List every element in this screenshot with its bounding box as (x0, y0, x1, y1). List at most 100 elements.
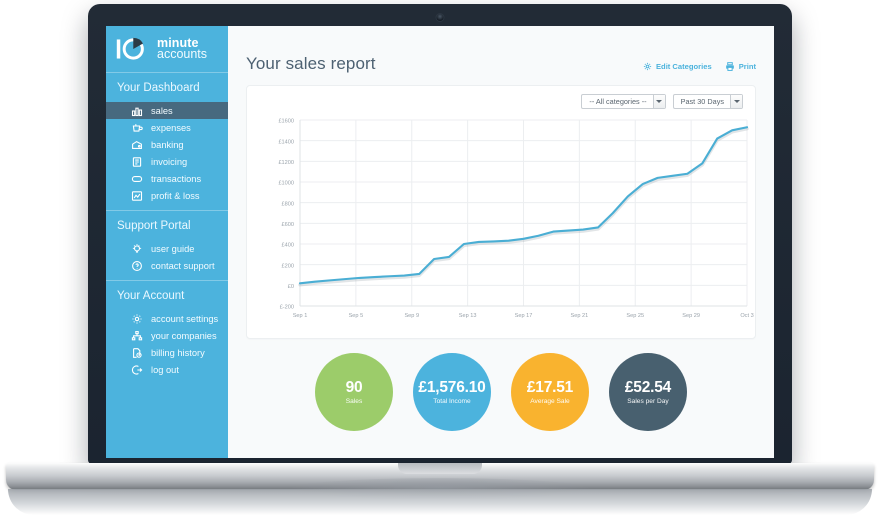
stat-value: £17.51 (526, 379, 574, 396)
category-select-value: -- All categories -- (589, 97, 647, 106)
svg-text:£1200: £1200 (278, 160, 294, 166)
sidebar-heading-support: Support Portal (117, 220, 191, 232)
category-select[interactable]: -- All categories -- (581, 94, 666, 109)
stat-label: Average Sale (530, 398, 570, 405)
sidebar-item-account-settings[interactable]: account settings (106, 310, 228, 327)
laptop-screen: minute accounts Your Dashboard sales exp… (106, 26, 774, 458)
sidebar-group-dashboard: Your Dashboard sales expenses banking in… (106, 73, 228, 210)
logo[interactable]: minute accounts (106, 26, 228, 72)
sidebar-item-log-out[interactable]: log out (106, 361, 228, 378)
sidebar-item-contact-support[interactable]: contact support (106, 257, 228, 274)
svg-text:£600: £600 (282, 222, 294, 228)
sales-chart-card: -- All categories -- Past 30 Days £-200 £… (246, 85, 756, 339)
svg-text:£1600: £1600 (278, 119, 294, 125)
svg-text:Sep 29: Sep 29 (682, 313, 700, 319)
svg-text:Sep 5: Sep 5 (349, 313, 364, 319)
sales-line-chart: £-200 £0 £200 £400 £600 £800 £1000 £1200 £1400 £1… (247, 112, 755, 334)
document-clock-icon (130, 346, 143, 359)
cup-icon (130, 121, 143, 134)
stat-label: Sales per Day (627, 398, 669, 405)
stat-value: 90 (345, 379, 363, 396)
sidebar-item-your-companies[interactable]: your companies (106, 327, 228, 344)
chart-filters: -- All categories -- Past 30 Days (581, 94, 743, 109)
stat-sales: 90 Sales (315, 353, 393, 431)
sidebar-item-profit-loss[interactable]: profit & loss (106, 187, 228, 204)
laptop-base-notch (398, 463, 482, 474)
sidebar-item-label: profit & loss (151, 190, 200, 201)
sidebar-item-transactions[interactable]: transactions (106, 170, 228, 187)
sidebar-item-label: sales (151, 105, 173, 116)
transactions-icon (130, 172, 143, 185)
svg-text:£1400: £1400 (278, 139, 294, 145)
webcam-icon (435, 13, 445, 22)
svg-text:Oct 3: Oct 3 (740, 313, 753, 319)
sidebar-item-label: banking (151, 139, 184, 150)
sidebar-item-user-guide[interactable]: user guide (106, 240, 228, 257)
stat-sales-per-day: £52.54 Sales per Day (609, 353, 687, 431)
stat-value: £1,576.10 (418, 379, 486, 396)
svg-text:Sep 13: Sep 13 (459, 313, 477, 319)
sidebar-item-label: log out (151, 364, 179, 375)
stat-label: Sales (345, 398, 363, 405)
gear-icon (643, 62, 652, 71)
org-chart-icon (130, 329, 143, 342)
sidebar-item-billing-history[interactable]: billing history (106, 344, 228, 361)
edit-categories-label: Edit Categories (655, 62, 712, 71)
sidebar-item-label: invoicing (151, 156, 188, 167)
sidebar-item-label: expenses (151, 122, 191, 133)
invoice-icon (130, 155, 143, 168)
printer-icon (725, 62, 734, 71)
sidebar-item-label: contact support (151, 260, 215, 271)
desk-shadow (8, 489, 872, 515)
chart-canvas: £-200 £0 £200 £400 £600 £800 £1000 £1200 £1400 £1… (278, 119, 753, 319)
stat-circles: 90 Sales £1,576.10 Total Income £17.51 A… (246, 353, 756, 431)
sidebar-heading-dashboard: Your Dashboard (117, 82, 200, 94)
gear-icon (130, 312, 143, 325)
svg-text:£-200: £-200 (280, 305, 294, 311)
sidebar-item-banking[interactable]: banking (106, 136, 228, 153)
screenshot-stage: minute accounts Your Dashboard sales exp… (0, 0, 880, 519)
logout-arrow-icon (130, 363, 143, 376)
sidebar-item-invoicing[interactable]: invoicing (106, 153, 228, 170)
lightbulb-icon (130, 242, 143, 255)
main-content: Your sales report Edit Categories Print … (228, 26, 774, 458)
stat-value: £52.54 (624, 379, 672, 396)
chevron-down-icon[interactable] (730, 95, 742, 108)
svg-text:Sep 9: Sep 9 (404, 313, 419, 319)
svg-text:£1000: £1000 (278, 181, 294, 187)
wallet-icon (130, 138, 143, 151)
ten-pie-icon (116, 37, 144, 60)
svg-text:Sep 21: Sep 21 (571, 313, 589, 319)
svg-text:£200: £200 (282, 263, 294, 269)
question-circle-icon (130, 259, 143, 272)
sidebar-heading-account: Your Account (117, 290, 185, 302)
sidebar-item-label: transactions (151, 173, 202, 184)
stat-average-sale: £17.51 Average Sale (511, 353, 589, 431)
stat-total-income: £1,576.10 Total Income (413, 353, 491, 431)
sidebar-item-sales[interactable]: sales (106, 102, 228, 119)
sidebar-item-label: user guide (151, 243, 195, 254)
print-button[interactable]: Print (725, 62, 756, 71)
sidebar-item-label: account settings (151, 313, 219, 324)
print-label: Print (738, 62, 756, 71)
sidebar: minute accounts Your Dashboard sales exp… (106, 26, 228, 458)
sidebar-item-label: billing history (151, 347, 205, 358)
header-actions: Edit Categories Print (643, 62, 756, 74)
sidebar-group-support: Support Portal user guide contact suppor… (106, 211, 228, 280)
sidebar-item-label: your companies (151, 330, 217, 341)
period-select-value: Past 30 Days (680, 97, 724, 106)
line-chart-icon (130, 189, 143, 202)
sidebar-item-expenses[interactable]: expenses (106, 119, 228, 136)
svg-text:£400: £400 (282, 243, 294, 249)
bar-chart-icon (130, 104, 143, 117)
period-select[interactable]: Past 30 Days (672, 94, 743, 109)
stat-label: Total Income (433, 398, 471, 405)
edit-categories-button[interactable]: Edit Categories (643, 62, 712, 71)
chevron-down-icon[interactable] (652, 95, 665, 108)
laptop-lid: minute accounts Your Dashboard sales exp… (88, 4, 792, 464)
sidebar-group-account: Your Account account settings your compa… (106, 281, 228, 384)
logo-text-line2: accounts (157, 47, 208, 61)
svg-text:Sep 25: Sep 25 (626, 313, 644, 319)
page-title: Your sales report (246, 54, 376, 73)
svg-text:£0: £0 (288, 284, 294, 290)
